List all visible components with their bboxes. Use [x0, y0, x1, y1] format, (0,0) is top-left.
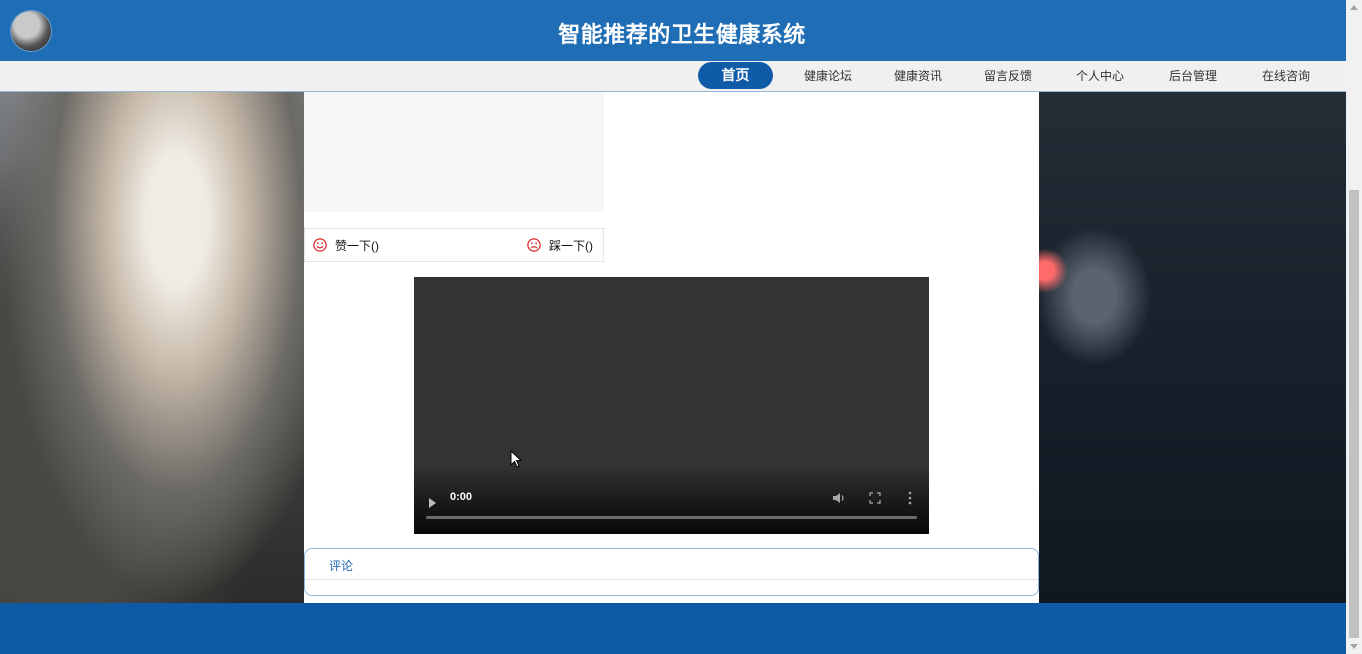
video-controls	[414, 464, 929, 534]
tab-comments[interactable]: 评论	[329, 557, 353, 574]
article-image	[304, 92, 604, 212]
main-nav: 首页 健康论坛 健康资讯 留言反馈 个人中心 后台管理 在线咨询	[0, 61, 1346, 92]
smile-icon	[313, 238, 327, 252]
video-player[interactable]: 0:00	[414, 277, 929, 534]
vote-panel: 赞一下() 踩一下()	[304, 228, 604, 262]
dislike-label: 踩一下()	[549, 238, 593, 253]
like-label: 赞一下()	[335, 238, 379, 253]
nav-item-admin[interactable]: 后台管理	[1161, 61, 1225, 91]
scrollbar-thumb[interactable]	[1349, 190, 1359, 638]
like-button[interactable]: 赞一下()	[313, 229, 379, 261]
site-title: 智能推荐的卫生健康系统	[558, 22, 806, 47]
volume-icon[interactable]	[832, 492, 846, 504]
nav-item-health-news[interactable]: 健康资讯	[886, 61, 950, 91]
nav-item-health-forum[interactable]: 健康论坛	[796, 61, 860, 91]
background-right	[1039, 92, 1346, 603]
divider	[305, 579, 1038, 580]
page-scrollbar[interactable]	[1346, 0, 1362, 654]
fullscreen-icon[interactable]	[869, 492, 881, 504]
scroll-down-icon[interactable]	[1350, 644, 1358, 649]
play-icon[interactable]	[429, 498, 436, 508]
nav-item-online-consult[interactable]: 在线咨询	[1254, 61, 1318, 91]
scroll-up-icon[interactable]	[1350, 5, 1358, 10]
site-footer	[0, 603, 1346, 654]
video-time: 0:00	[450, 491, 473, 503]
more-options-icon[interactable]	[907, 491, 913, 505]
background-left	[0, 92, 304, 603]
site-header: 智能推荐的卫生健康系统	[0, 0, 1346, 61]
frown-icon	[527, 238, 541, 252]
main-content: 赞一下() 踩一下() 0:00 评论	[304, 92, 1039, 603]
mouse-cursor-icon	[510, 450, 522, 468]
nav-item-personal-center[interactable]: 个人中心	[1068, 61, 1132, 91]
nav-item-feedback[interactable]: 留言反馈	[976, 61, 1040, 91]
video-progress-bar[interactable]	[426, 516, 917, 519]
comment-panel: 评论	[304, 548, 1039, 596]
nav-item-home[interactable]: 首页	[698, 62, 773, 89]
dislike-button[interactable]: 踩一下()	[527, 229, 593, 261]
